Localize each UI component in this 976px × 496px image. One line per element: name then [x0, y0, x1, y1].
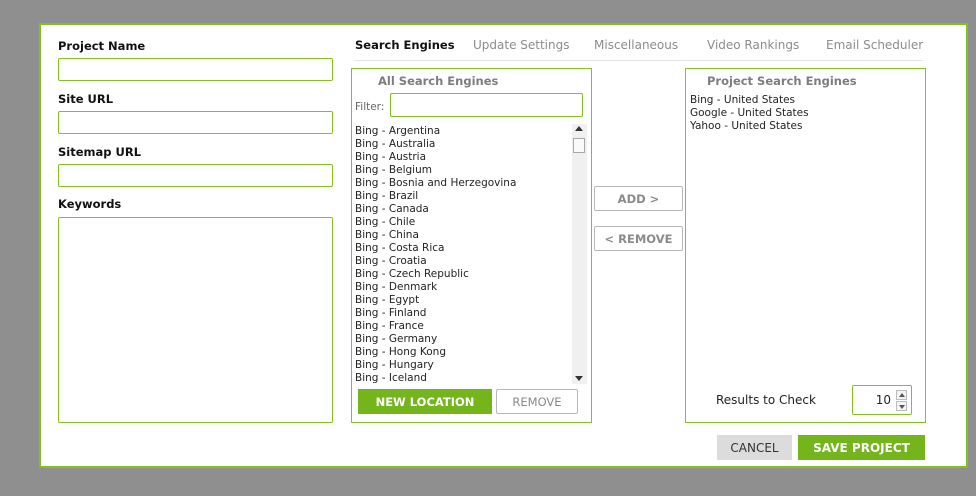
all-search-engines-panel: All Search Engines Filter: Bing - Argent… [351, 68, 592, 423]
project-search-engines-title: Project Search Engines [707, 74, 857, 88]
stepper-up-button[interactable] [896, 390, 907, 400]
list-item[interactable]: Bing - Argentina [355, 125, 587, 138]
list-item[interactable]: Bing - Croatia [355, 255, 587, 268]
list-item[interactable]: Bing - China [355, 229, 587, 242]
list-item[interactable]: Bing - Hong Kong [355, 346, 587, 359]
results-to-check-stepper[interactable]: 10 [852, 385, 912, 415]
tab-email-scheduler[interactable]: Email Scheduler [826, 38, 923, 52]
list-item[interactable]: Yahoo - United States [690, 120, 809, 133]
tab-update-settings[interactable]: Update Settings [473, 38, 570, 52]
filter-input[interactable] [390, 93, 583, 117]
list-item[interactable]: Bing - Chile [355, 216, 587, 229]
scrollbar-thumb[interactable] [573, 138, 585, 153]
remove-location-button[interactable]: REMOVE [496, 389, 578, 414]
keywords-label: Keywords [58, 197, 122, 211]
results-to-check-value: 10 [875, 393, 891, 407]
list-item[interactable]: Bing - Costa Rica [355, 242, 587, 255]
keywords-textarea[interactable] [58, 217, 333, 423]
list-item[interactable]: Bing - Canada [355, 203, 587, 216]
results-to-check-label: Results to Check [716, 393, 816, 407]
tab-search-engines[interactable]: Search Engines [355, 38, 455, 52]
tab-miscellaneous[interactable]: Miscellaneous [594, 38, 678, 52]
tab-bar: Search Engines Update Settings Miscellan… [355, 38, 923, 61]
list-item[interactable]: Bing - Denmark [355, 281, 587, 294]
chevron-up-icon [899, 393, 905, 397]
filter-label: Filter: [355, 101, 385, 113]
site-url-label: Site URL [58, 92, 114, 106]
add-engine-button[interactable]: ADD > [594, 186, 683, 211]
all-engines-listbox[interactable]: Bing - Argentina Bing - Australia Bing - A… [355, 124, 587, 384]
project-name-label: Project Name [58, 39, 146, 53]
list-item[interactable]: Bing - Brazil [355, 190, 587, 203]
project-search-engines-panel: Project Search Engines Bing - United Sta… [685, 68, 926, 423]
scroll-up-arrow-icon[interactable] [575, 126, 583, 131]
list-item[interactable]: Bing - Australia [355, 138, 587, 151]
tab-video-rankings[interactable]: Video Rankings [707, 38, 799, 52]
list-item[interactable]: Bing - Belgium [355, 164, 587, 177]
site-url-input[interactable] [58, 111, 333, 134]
all-search-engines-title: All Search Engines [378, 74, 499, 88]
list-scrollbar[interactable] [572, 124, 587, 384]
list-item[interactable]: Bing - Germany [355, 333, 587, 346]
list-item[interactable]: Bing - United States [690, 94, 809, 107]
list-item[interactable]: Bing - Egypt [355, 294, 587, 307]
save-project-button[interactable]: SAVE PROJECT [798, 435, 925, 460]
sitemap-url-input[interactable] [58, 164, 333, 187]
remove-engine-button[interactable]: < REMOVE [594, 226, 683, 251]
list-item[interactable]: Bing - Iceland [355, 372, 587, 384]
stepper-down-button[interactable] [896, 401, 907, 411]
cancel-button[interactable]: CANCEL [717, 435, 792, 460]
list-item[interactable]: Bing - Bosnia and Herzegovina [355, 177, 587, 190]
project-name-input[interactable] [58, 58, 333, 81]
list-item[interactable]: Bing - Czech Republic [355, 268, 587, 281]
scroll-down-arrow-icon[interactable] [575, 376, 583, 381]
new-location-button[interactable]: NEW LOCATION [358, 389, 492, 414]
sitemap-url-label: Sitemap URL [58, 145, 142, 159]
chevron-down-icon [899, 405, 905, 409]
list-item[interactable]: Bing - Austria [355, 151, 587, 164]
project-dialog: Project Name Site URL Sitemap URL Keywor… [39, 23, 968, 468]
list-item[interactable]: Bing - Finland [355, 307, 587, 320]
list-item[interactable]: Google - United States [690, 107, 809, 120]
project-engines-listbox[interactable]: Bing - United States Google - United Stat… [690, 94, 809, 133]
list-item[interactable]: Bing - France [355, 320, 587, 333]
list-item[interactable]: Bing - Hungary [355, 359, 587, 372]
